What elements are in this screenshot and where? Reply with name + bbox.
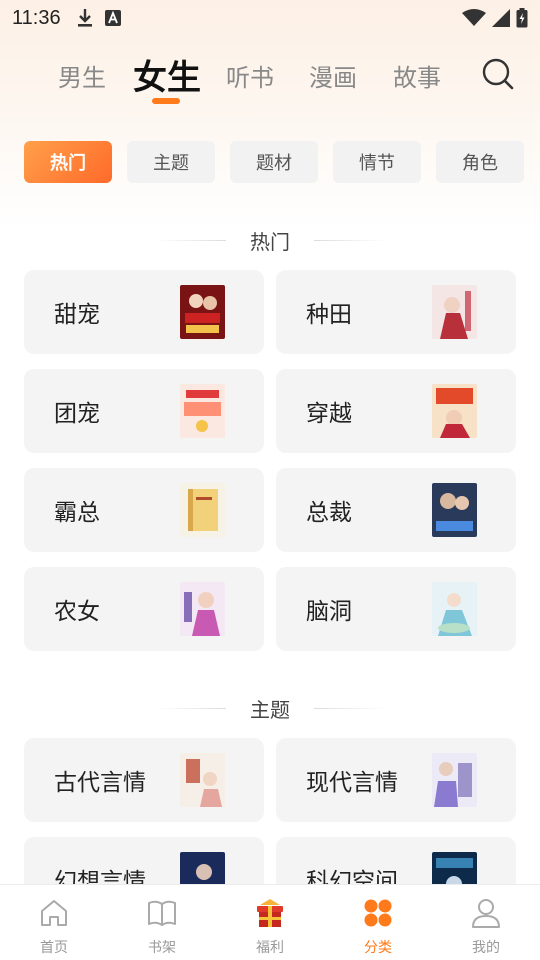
category-card-president[interactable]: 总裁	[276, 468, 516, 552]
section-title: 热门	[250, 229, 290, 254]
nav-label: 分类	[364, 940, 392, 956]
nav-label: 我的	[472, 940, 500, 956]
book-cover-image	[432, 753, 477, 807]
card-label: 古代言情	[54, 770, 146, 796]
tab-comics[interactable]: 漫画	[309, 58, 357, 93]
tab-audiobook[interactable]: 听书	[226, 58, 274, 93]
nav-category[interactable]: 分类	[324, 885, 432, 960]
tab-male[interactable]: 男生	[58, 58, 106, 93]
category-chip-row: 热门 主题 题材 情节 角色	[24, 141, 540, 183]
profile-icon	[472, 899, 500, 928]
section-header-hot: 热门	[0, 225, 540, 255]
signal-icon	[492, 9, 510, 27]
book-cover-image	[432, 483, 477, 537]
tab-female[interactable]: 女生	[133, 50, 201, 99]
active-tab-indicator	[152, 98, 180, 104]
home-icon	[41, 900, 67, 926]
bottom-navigation-bar: 首页 书架 福利 分类 我的	[0, 884, 540, 960]
nav-welfare[interactable]: 福利	[216, 885, 324, 960]
card-label: 穿越	[306, 401, 352, 427]
app-store-icon	[104, 10, 121, 26]
divider-line	[314, 239, 386, 241]
section-header-theme: 主题	[0, 693, 540, 723]
divider-line	[314, 707, 386, 709]
wifi-icon	[462, 9, 486, 26]
nav-profile[interactable]: 我的	[432, 885, 540, 960]
divider-line	[154, 707, 226, 709]
search-icon[interactable]	[481, 57, 515, 91]
card-label: 现代言情	[306, 770, 398, 796]
category-icon	[364, 899, 392, 927]
top-tab-bar: 男生 女生 听书 漫画 故事	[0, 50, 540, 110]
section-title: 主题	[250, 697, 290, 722]
nav-home[interactable]: 首页	[0, 885, 108, 960]
category-card-group-pet[interactable]: 团宠	[24, 369, 264, 453]
book-cover-image	[180, 582, 225, 636]
category-card-farming[interactable]: 种田	[276, 270, 516, 354]
card-label: 团宠	[54, 401, 100, 427]
card-label: 霸总	[54, 500, 100, 526]
book-cover-image	[180, 384, 225, 438]
card-label: 甜宠	[54, 302, 100, 328]
chip-hot[interactable]: 热门	[24, 141, 112, 183]
nav-label: 首页	[40, 940, 68, 956]
category-card-time-travel[interactable]: 穿越	[276, 369, 516, 453]
battery-icon	[516, 8, 528, 28]
book-cover-image	[432, 285, 477, 339]
bookshelf-icon	[148, 900, 176, 926]
download-icon	[77, 9, 92, 27]
chip-plot[interactable]: 情节	[333, 141, 421, 183]
chip-role[interactable]: 角色	[436, 141, 524, 183]
status-bar: 11:36	[0, 0, 540, 36]
divider-line	[154, 239, 226, 241]
tab-stories[interactable]: 故事	[393, 58, 441, 93]
chip-theme[interactable]: 主题	[127, 141, 215, 183]
chip-genre[interactable]: 题材	[230, 141, 318, 183]
card-label: 农女	[54, 599, 100, 625]
book-cover-image	[432, 582, 477, 636]
book-cover-image	[180, 483, 225, 537]
gift-icon	[257, 899, 283, 927]
book-cover-image	[432, 384, 477, 438]
category-card-ancient-romance[interactable]: 古代言情	[24, 738, 264, 822]
category-card-sweet[interactable]: 甜宠	[24, 270, 264, 354]
nav-bookshelf[interactable]: 书架	[108, 885, 216, 960]
nav-label: 书架	[148, 940, 176, 956]
card-label: 脑洞	[306, 599, 352, 625]
category-card-brain-hole[interactable]: 脑洞	[276, 567, 516, 651]
book-cover-image	[180, 753, 225, 807]
nav-label: 福利	[256, 940, 284, 956]
card-label: 种田	[306, 302, 352, 328]
book-cover-image	[180, 285, 225, 339]
category-card-modern-romance[interactable]: 现代言情	[276, 738, 516, 822]
category-card-domineering-ceo[interactable]: 霸总	[24, 468, 264, 552]
card-label: 总裁	[306, 500, 352, 526]
status-time: 11:36	[12, 6, 61, 29]
category-card-farm-girl[interactable]: 农女	[24, 567, 264, 651]
